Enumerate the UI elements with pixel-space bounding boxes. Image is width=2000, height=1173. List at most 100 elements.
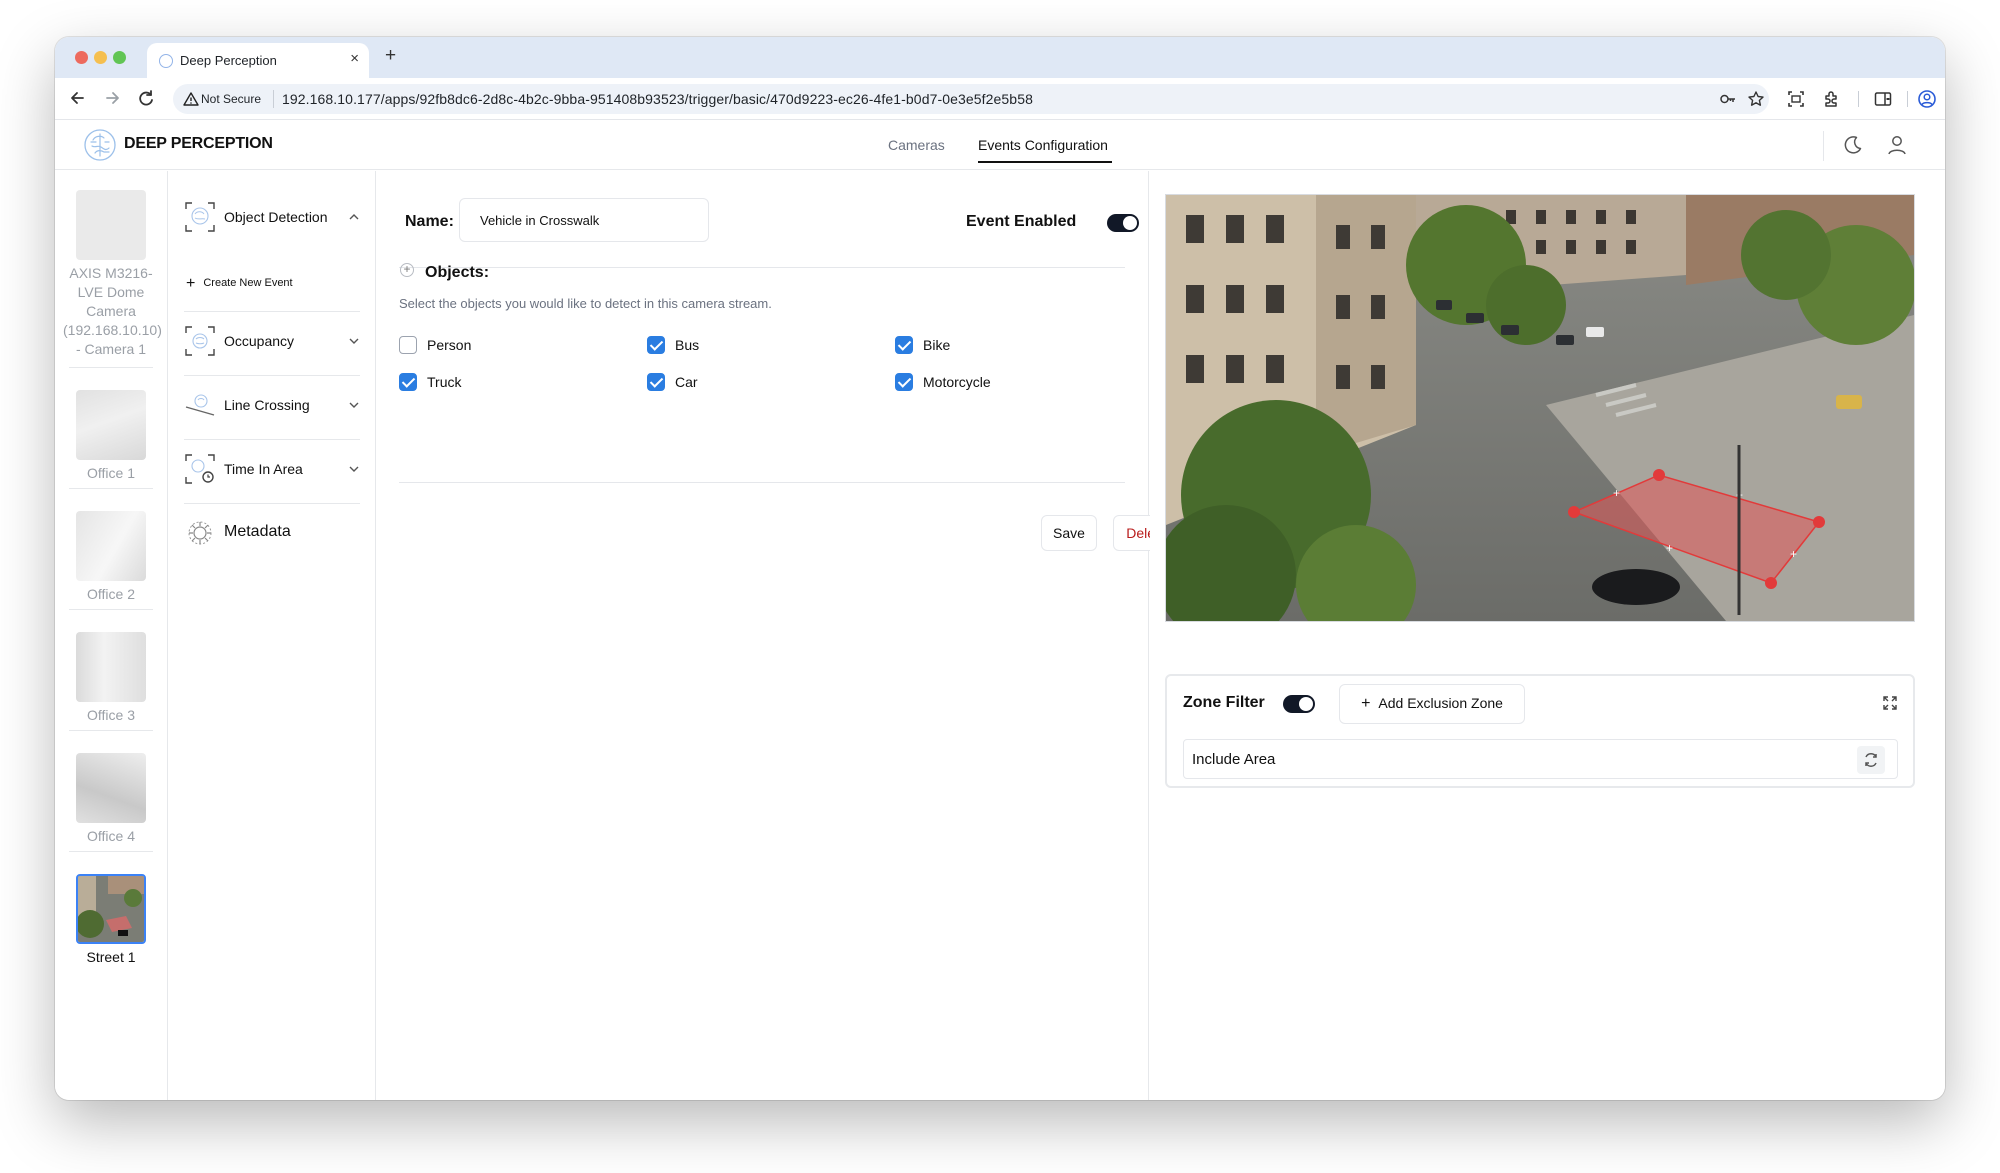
object-checkbox-bus[interactable]: Bus xyxy=(647,336,847,356)
camera-preview-panel: + + + + Zone Filter + Add Exclusion Zone Inc… xyxy=(1150,171,1945,1100)
address-bar[interactable]: Not Secure 192.168.10.177/apps/92fb8dc6-… xyxy=(173,84,1769,114)
event-type-line-crossing[interactable]: Line Crossing xyxy=(184,385,360,425)
nav-events-configuration[interactable]: Events Configuration xyxy=(978,137,1108,153)
browser-tab-bar: Deep Perception × + xyxy=(55,37,1945,78)
svg-text:+: + xyxy=(1613,486,1620,500)
checkbox[interactable] xyxy=(399,336,417,354)
browser-toolbar: Not Secure 192.168.10.177/apps/92fb8dc6-… xyxy=(55,78,1945,120)
url-text[interactable]: 192.168.10.177/apps/92fb8dc6-2d8c-4b2c-9… xyxy=(282,91,1033,107)
camera-item[interactable]: Office 4 xyxy=(63,753,159,846)
event-config-form: Name: Event Enabled + Objects: Select th… xyxy=(377,171,1180,1100)
camera-thumbnail xyxy=(76,632,146,702)
camera-label: AXIS M3216-LVE Dome Camera (192.168.10.1… xyxy=(63,265,162,357)
camera-list: AXIS M3216-LVE Dome Camera (192.168.10.1… xyxy=(55,171,168,1100)
time-in-area-icon xyxy=(185,454,215,484)
occupancy-icon xyxy=(185,326,215,356)
event-type-divider xyxy=(184,311,360,312)
camera-divider xyxy=(69,609,153,610)
plus-icon: + xyxy=(1361,695,1371,712)
object-checkbox-bike[interactable]: Bike xyxy=(895,336,1095,356)
camera-label: Street 1 xyxy=(86,949,136,965)
expand-icon[interactable] xyxy=(1881,694,1899,712)
object-checkbox-person[interactable]: Person xyxy=(399,336,599,356)
checkbox-label: Truck xyxy=(427,374,462,390)
camera-item[interactable]: Office 2 xyxy=(63,511,159,604)
password-key-icon[interactable] xyxy=(1719,90,1737,108)
camera-divider xyxy=(69,851,153,852)
nav-cameras[interactable]: Cameras xyxy=(888,137,945,153)
browser-tab[interactable]: Deep Perception × xyxy=(147,43,369,78)
checkbox[interactable] xyxy=(647,336,665,354)
back-icon[interactable] xyxy=(67,87,89,109)
event-enabled-label: Event Enabled xyxy=(966,213,1077,230)
metadata-icon xyxy=(188,521,212,545)
toolbar-divider xyxy=(1858,91,1859,107)
address-divider xyxy=(273,90,274,108)
camera-item[interactable]: Office 3 xyxy=(63,632,159,725)
objects-expand-icon[interactable]: + xyxy=(400,263,414,277)
camera-preview-image[interactable]: ++++ xyxy=(1165,194,1915,622)
header-divider xyxy=(1823,131,1824,161)
browser-window: Deep Perception × + Not Secure 192.168.1… xyxy=(55,37,1945,1100)
checkbox-label: Bike xyxy=(923,337,951,353)
screen-capture-icon[interactable] xyxy=(1786,89,1806,109)
bookmark-star-icon[interactable] xyxy=(1747,90,1765,108)
event-type-panel: Object Detection + Create New Event Occup… xyxy=(168,171,376,1100)
object-checkbox-car[interactable]: Car xyxy=(647,373,847,393)
camera-divider xyxy=(69,367,153,368)
user-icon[interactable] xyxy=(1885,133,1909,157)
checkbox[interactable] xyxy=(647,373,665,391)
object-checkbox-truck[interactable]: Truck xyxy=(399,373,599,393)
svg-text:+: + xyxy=(1666,541,1673,555)
toolbar-divider xyxy=(1907,91,1908,107)
profile-icon[interactable] xyxy=(1917,89,1937,109)
chevron-down-icon[interactable] xyxy=(348,463,360,475)
object-checkbox-motorcycle[interactable]: Motorcycle xyxy=(895,373,1095,393)
brain-logo-icon xyxy=(84,129,116,161)
window-zoom-button[interactable] xyxy=(113,51,126,64)
reset-zone-button[interactable] xyxy=(1857,746,1885,774)
checkbox-label: Bus xyxy=(675,337,700,353)
create-new-event-button[interactable]: + Create New Event xyxy=(186,275,293,293)
checkbox[interactable] xyxy=(895,336,913,354)
chevron-down-icon[interactable] xyxy=(348,399,360,411)
event-type-label: Object Detection xyxy=(224,209,328,225)
extensions-icon[interactable] xyxy=(1822,89,1842,109)
window-close-button[interactable] xyxy=(75,51,88,64)
save-button[interactable]: Save xyxy=(1041,515,1097,551)
event-name-input[interactable] xyxy=(459,198,709,242)
add-exclusion-zone-button[interactable]: + Add Exclusion Zone xyxy=(1339,684,1525,724)
include-area-label: Include Area xyxy=(1192,751,1276,768)
event-type-occupancy[interactable]: Occupancy xyxy=(184,321,360,361)
camera-label: Office 3 xyxy=(87,707,135,723)
zone-filter-card: Zone Filter + Add Exclusion Zone Include … xyxy=(1165,674,1915,788)
event-type-time-in-area[interactable]: Time In Area xyxy=(184,449,360,489)
event-type-label: Time In Area xyxy=(224,461,303,477)
event-type-metadata[interactable]: Metadata xyxy=(184,513,360,553)
side-panel-icon[interactable] xyxy=(1873,89,1893,109)
tab-close-icon[interactable]: × xyxy=(350,50,359,68)
camera-item[interactable]: Office 1 xyxy=(63,390,159,483)
zone-filter-title: Zone Filter xyxy=(1183,694,1265,711)
forward-icon[interactable] xyxy=(101,87,123,109)
chevron-down-icon[interactable] xyxy=(348,335,360,347)
camera-label: Office 4 xyxy=(87,828,135,844)
include-area-row[interactable]: Include Area xyxy=(1183,739,1898,779)
camera-item-selected[interactable]: Street 1 xyxy=(63,874,159,967)
new-tab-icon[interactable]: + xyxy=(385,46,396,66)
window-minimize-button[interactable] xyxy=(94,51,107,64)
checkbox-label: Car xyxy=(675,374,698,390)
reload-icon[interactable] xyxy=(135,87,157,109)
checkbox-label: Motorcycle xyxy=(923,374,991,390)
checkbox[interactable] xyxy=(895,373,913,391)
section-divider xyxy=(399,482,1125,483)
event-enabled-toggle[interactable] xyxy=(1107,214,1139,232)
camera-item[interactable]: AXIS M3216-LVE Dome Camera (192.168.10.1… xyxy=(63,190,162,359)
security-label[interactable]: Not Secure xyxy=(201,92,261,106)
event-type-label: Occupancy xyxy=(224,333,295,349)
checkbox[interactable] xyxy=(399,373,417,391)
chevron-up-icon[interactable] xyxy=(348,211,360,223)
event-type-object-detection[interactable]: Object Detection xyxy=(184,197,360,237)
moon-icon[interactable] xyxy=(1841,133,1865,157)
zone-filter-toggle[interactable] xyxy=(1283,695,1315,713)
